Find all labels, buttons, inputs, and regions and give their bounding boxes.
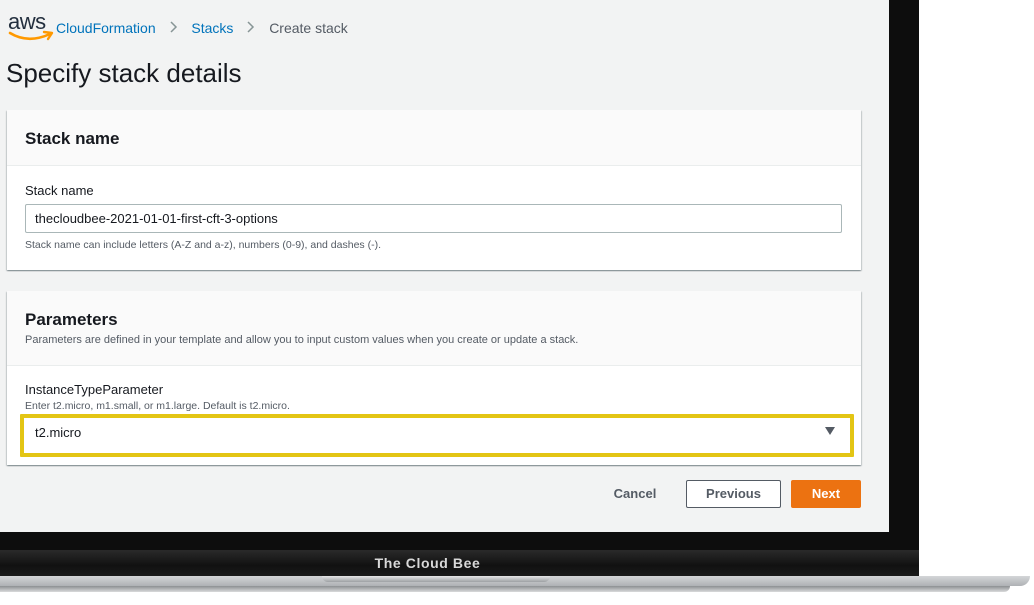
laptop-base-shadow [0,586,1010,592]
page-title: Specify stack details [6,58,242,88]
parameters-card-header: Parameters Parameters are defined in you… [7,291,861,366]
laptop-base-lip [322,576,550,582]
breadcrumb-current: Create stack [269,20,348,36]
instance-type-selected-value: t2.micro [35,425,82,440]
breadcrumb-stacks[interactable]: Stacks [191,20,233,36]
console-screen: aws CloudFormation Stacks Create stack S… [0,0,889,532]
stack-name-label: Stack name [25,183,94,198]
instance-type-hint: Enter t2.micro, m1.small, or m1.large. D… [25,400,290,412]
parameters-card: Parameters Parameters are defined in you… [7,291,861,465]
breadcrumb-separator-icon [247,20,255,36]
aws-smile-icon [8,30,54,41]
laptop-brand-label: The Cloud Bee [374,555,481,571]
parameters-section-title: Parameters [25,310,118,329]
stack-name-input[interactable]: thecloudbee-2021-01-01-first-cft-3-optio… [25,204,842,233]
breadcrumb: CloudFormation Stacks Create stack [56,20,348,36]
stack-name-card: Stack name Stack name thecloudbee-2021-0… [7,110,861,270]
next-button[interactable]: Next [791,480,861,508]
laptop-base [0,576,1034,605]
laptop-bezel-bottom [0,532,919,550]
breadcrumb-separator-icon [169,20,178,36]
instance-type-label: InstanceTypeParameter [25,382,164,397]
parameters-description: Parameters are defined in your template … [25,334,579,346]
stack-name-section-title: Stack name [25,129,120,148]
stack-name-hint: Stack name can include letters (A-Z and … [25,239,381,251]
aws-logo[interactable]: aws [8,8,56,46]
caret-down-icon [825,427,835,435]
stack-name-card-header: Stack name [7,110,861,166]
cancel-button[interactable]: Cancel [600,480,670,508]
laptop-bezel-right [889,0,919,550]
previous-button[interactable]: Previous [686,480,781,508]
breadcrumb-cloudformation[interactable]: CloudFormation [56,20,156,36]
instance-type-select[interactable]: t2.micro [25,418,842,447]
